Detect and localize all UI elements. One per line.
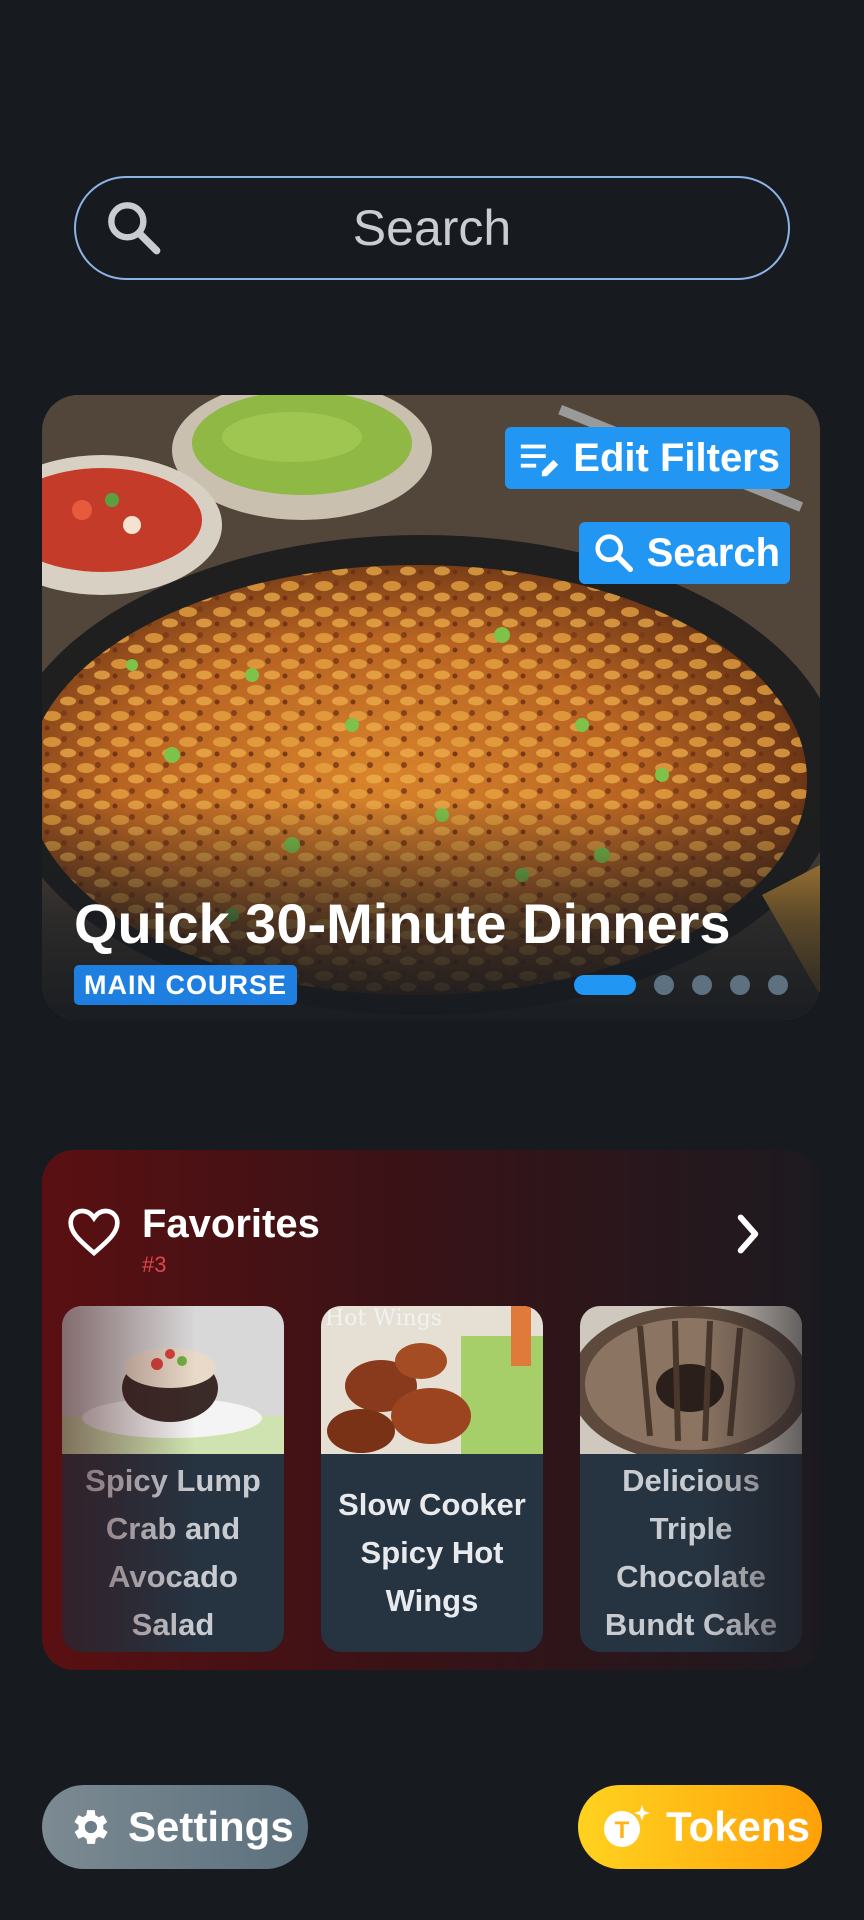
recipe-name: Slow Cooker Spicy Hot Wings [338, 1487, 526, 1618]
tokens-label: Tokens [666, 1803, 810, 1850]
recipe-card[interactable]: Hot Wings Slow Cooker Spicy Hot Wings [321, 1306, 543, 1652]
featured-title[interactable]: Quick 30-Minute Dinners [74, 891, 731, 956]
edit-filters-label: Edit Filters [573, 435, 780, 480]
search-icon [594, 534, 633, 572]
token-icon: T [604, 1805, 650, 1847]
search-bar[interactable] [74, 176, 790, 280]
recipe-card[interactable]: Spicy Lump Crab and Avocado Salad [62, 1306, 284, 1652]
tokens-button[interactable]: T Tokens [578, 1785, 822, 1869]
hero-search-label: Search [646, 530, 780, 575]
carousel-dot[interactable] [574, 975, 636, 995]
chevron-right-icon[interactable] [730, 1212, 766, 1256]
recipe-card[interactable]: Delicious Triple Chocolate Bundt Cake [580, 1306, 802, 1652]
carousel-dot[interactable] [730, 975, 750, 995]
recipe-image [580, 1306, 802, 1454]
recipe-image-caption: Hot Wings [325, 1306, 443, 1331]
gear-icon [74, 1810, 108, 1844]
settings-button[interactable]: Settings [42, 1785, 308, 1869]
search-input[interactable] [76, 178, 788, 278]
featured-carousel[interactable]: Edit Filters Search Quick 30-Minute Dinn… [42, 395, 820, 1020]
edit-filter-icon [521, 444, 559, 477]
category-badge: MAIN COURSE [74, 965, 298, 1005]
favorites-rank: #3 [142, 1252, 167, 1277]
search-icon [108, 202, 161, 255]
hero-search-button[interactable]: Search [578, 522, 790, 584]
carousel-indicator [574, 975, 788, 995]
carousel-dot[interactable] [654, 975, 674, 995]
svg-text:T: T [615, 1817, 630, 1844]
carousel-dot[interactable] [692, 975, 712, 995]
carousel-dot[interactable] [768, 975, 788, 995]
favorites-section: Favorites #3 Spicy Lump Crab and Avocado… [42, 1150, 820, 1670]
settings-label: Settings [128, 1803, 294, 1850]
recipe-name: Spicy Lump Crab and Avocado Salad [85, 1463, 261, 1642]
edit-filters-button[interactable]: Edit Filters [505, 427, 790, 489]
recipe-name: Delicious Triple Chocolate Bundt Cake [604, 1463, 778, 1642]
recipe-image [62, 1306, 284, 1454]
heart-icon [68, 1208, 120, 1257]
favorites-title: Favorites [142, 1202, 320, 1246]
